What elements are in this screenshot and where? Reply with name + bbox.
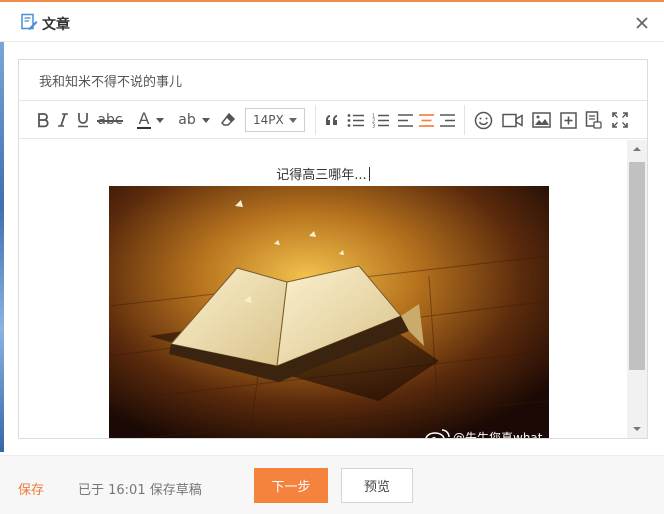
background-window-edge [0, 42, 4, 452]
bullet-list-icon[interactable] [346, 110, 364, 130]
embedded-photo-open-book[interactable] [109, 186, 549, 438]
next-step-button[interactable]: 下一步 [254, 468, 328, 503]
toolbar-divider [315, 105, 316, 135]
content-scrollbar[interactable] [627, 140, 647, 438]
content-caption: 记得高三哪年... [19, 164, 627, 183]
svg-text:3: 3 [372, 123, 375, 128]
align-center-icon[interactable] [418, 110, 434, 130]
save-status: 已于 16:01 保存草稿 [78, 483, 202, 498]
dialog-footer: 保存 已于 16:01 保存草稿 下一步 预览 [0, 455, 664, 514]
video-icon[interactable] [501, 110, 523, 130]
font-color-label: A [138, 109, 150, 128]
editor-content[interactable]: 记得高三哪年... @先生您真what [19, 140, 627, 438]
scroll-down-icon[interactable] [627, 420, 647, 438]
article-title-input[interactable] [19, 60, 647, 101]
attachment-icon[interactable] [584, 110, 602, 130]
watermark-text: @先生您真what [453, 430, 543, 439]
caption-text: 记得高三哪年... [276, 168, 367, 183]
fullscreen-icon[interactable] [611, 110, 629, 130]
eraser-icon[interactable] [219, 110, 237, 130]
save-link[interactable]: 保存 [18, 479, 44, 498]
editor-toolbar: abc A ab 14PX 1 2 3 [19, 101, 647, 139]
text-cursor [368, 167, 370, 181]
highlight-icon[interactable]: ab [177, 110, 197, 130]
dialog-titlebar: 文章 [0, 4, 664, 42]
emoji-icon[interactable] [473, 110, 493, 130]
highlight-dropdown-icon[interactable] [201, 110, 211, 130]
strikethrough-icon[interactable]: abc [97, 110, 123, 130]
toolbar-divider [464, 105, 465, 135]
numbered-list-icon[interactable]: 123 [371, 110, 389, 130]
edit-document-icon [20, 13, 38, 31]
align-right-icon[interactable] [439, 110, 455, 130]
highlight-label: ab [178, 112, 196, 128]
quote-icon[interactable] [324, 110, 340, 130]
weibo-logo-icon [425, 429, 450, 438]
rich-text-editor: abc A ab 14PX [18, 59, 648, 439]
preview-button[interactable]: 预览 [341, 468, 413, 503]
scrollbar-thumb[interactable] [629, 162, 645, 370]
align-left-icon[interactable] [397, 110, 413, 130]
photo-watermark: @先生您真what [425, 428, 542, 438]
font-color-icon[interactable]: A [136, 110, 152, 130]
article-dialog: 文章 abc [0, 0, 664, 514]
close-icon[interactable] [632, 13, 652, 33]
scroll-up-icon[interactable] [627, 140, 647, 158]
font-size-value: 14PX [253, 113, 284, 127]
underline-icon[interactable] [75, 110, 91, 130]
italic-icon[interactable] [56, 110, 70, 130]
image-icon[interactable] [531, 110, 551, 130]
font-color-dropdown-icon[interactable] [155, 110, 165, 130]
chevron-down-icon [289, 118, 297, 123]
font-size-select[interactable]: 14PX [245, 108, 305, 132]
dialog-title: 文章 [42, 17, 70, 33]
bold-icon[interactable] [35, 110, 51, 130]
insert-icon[interactable] [559, 110, 577, 130]
